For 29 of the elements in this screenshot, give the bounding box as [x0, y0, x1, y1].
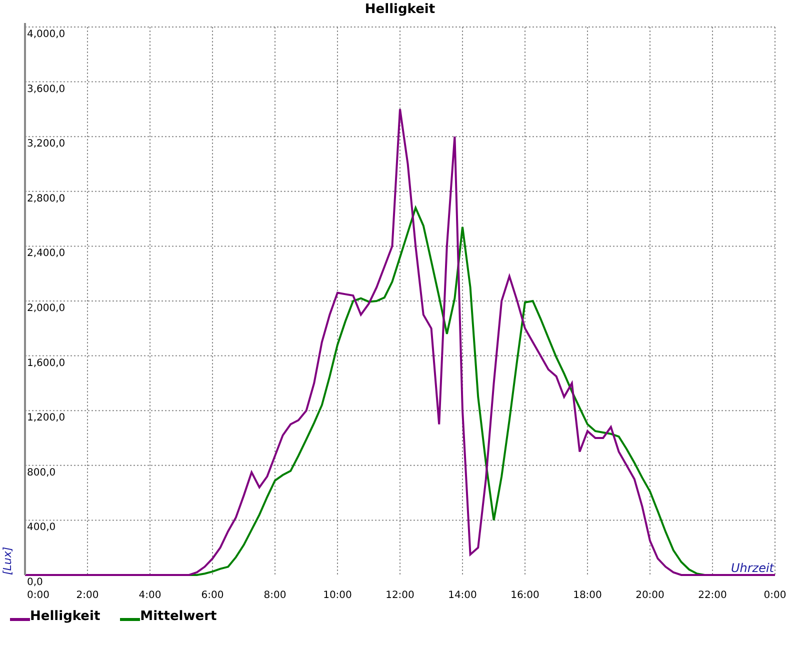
x-tick-label: 6:00 [201, 590, 224, 600]
x-axis-label: Uhrzeit [730, 561, 774, 575]
y-tick-label: 0,0 [27, 577, 43, 588]
x-tick-label: 18:00 [573, 590, 602, 600]
legend-label: Mittelwert [140, 610, 217, 623]
y-tick-label: 1,600,0 [27, 358, 66, 369]
x-tick-label: 0:00 [27, 590, 50, 600]
legend-label: Helligkeit [30, 610, 100, 623]
x-tick-label: 12:00 [386, 590, 414, 600]
y-tick-label: 400,0 [27, 522, 56, 534]
y-tick-label: 4,000,0 [27, 29, 66, 40]
x-tick-label: 4:00 [138, 590, 162, 600]
y-tick-label: 2,800,0 [27, 193, 66, 204]
x-tick-label: 2:00 [76, 590, 99, 600]
x-tick-label: 0:00 [764, 590, 786, 600]
chart-title: Helligkeit [364, 2, 436, 17]
y-tick-label: 2,000,0 [27, 303, 66, 314]
y-tick-label: 1,200,0 [27, 412, 66, 424]
y-tick-label: 3,200,0 [27, 138, 66, 150]
y-tick-label: 3,600,0 [27, 84, 66, 95]
x-tick-label: 20:00 [636, 590, 664, 600]
x-tick-label: 16:00 [510, 590, 540, 600]
x-tick-label: 10:00 [323, 590, 352, 600]
x-tick-label: 14:00 [448, 590, 477, 600]
x-tick-label: 8:00 [264, 590, 286, 600]
y-tick-label: 2,400,0 [27, 248, 66, 260]
y-tick-label: 800,0 [27, 467, 56, 478]
y-axis-label: [Lux] [1, 546, 14, 575]
x-tick-label: 22:00 [698, 590, 727, 600]
